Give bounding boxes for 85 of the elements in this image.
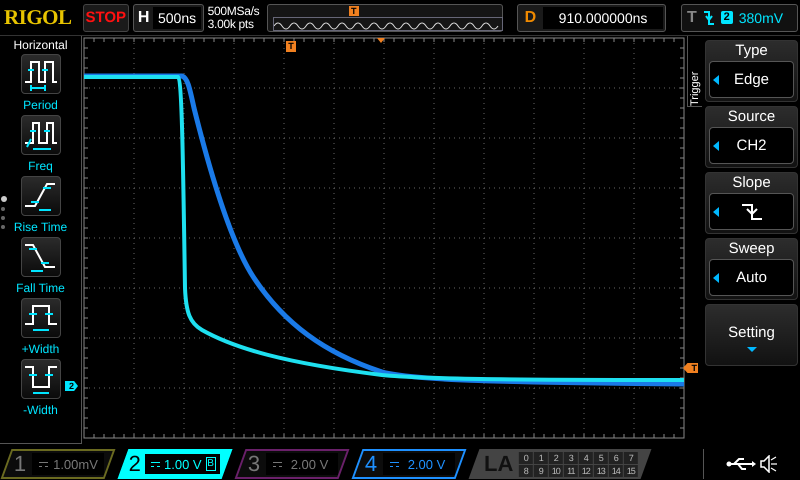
digital-channel-indicator: 1 <box>534 452 548 464</box>
measure-label: Period <box>23 98 58 112</box>
menu-key-label: Slope <box>732 173 771 193</box>
digital-channel-indicator: 12 <box>579 464 594 476</box>
sample-rate: 500MSa/s <box>208 4 260 18</box>
menu-key-label: Source <box>728 107 776 127</box>
waveform-preview-icon <box>272 16 503 30</box>
menu-key-value: Edge <box>734 71 770 88</box>
menu-key-value: Auto <box>736 269 767 286</box>
trigger-status-box[interactable]: T 2 380mV <box>680 4 798 32</box>
digital-channel-indicator: 9 <box>534 464 548 476</box>
channel-offset-marker[interactable]: 2 <box>65 381 78 391</box>
panel-title: Horizontal <box>13 38 68 52</box>
measure-label: Freq <box>28 159 53 173</box>
measure-label: Rise Time <box>14 220 68 234</box>
menu-key-value: CH2 <box>736 137 766 154</box>
channel-scale: 2.00 V <box>290 456 330 472</box>
digital-channel-indicator: 5 <box>594 452 608 464</box>
run-stop-button[interactable]: STOP <box>82 4 129 32</box>
measure-button[interactable] <box>20 176 60 216</box>
delay-label: D <box>524 8 538 26</box>
measure-button[interactable] <box>20 115 60 155</box>
digital-channel-indicator: 7 <box>624 452 638 464</box>
digital-channel-indicator: 15 <box>624 464 638 476</box>
menu-key[interactable]: Type Edge <box>705 40 798 102</box>
digital-channel-indicator: 3 <box>564 452 578 464</box>
measure-label: Fall Time <box>16 281 65 295</box>
measure-button[interactable] <box>20 298 60 338</box>
timebase-box[interactable]: H 500ns <box>132 4 204 32</box>
trigger-source-badge: 2 <box>720 11 733 24</box>
channel-tab[interactable]: 3 2.00 V <box>234 449 350 479</box>
delay-box[interactable]: D 910.000000ns <box>516 4 666 32</box>
center-marker-icon <box>377 38 385 43</box>
falling-edge-icon <box>740 202 762 220</box>
menu-key[interactable]: Slope <box>705 172 798 234</box>
caret-icon <box>713 74 719 84</box>
measure-label: +Width <box>22 342 60 356</box>
caret-icon <box>713 272 719 282</box>
dc-coupling-icon <box>390 462 399 466</box>
caret-icon <box>713 140 719 150</box>
speaker-muted-icon <box>760 455 778 473</box>
delay-value: 910.000000ns <box>543 6 663 28</box>
menu-title: Trigger <box>689 70 701 106</box>
menu-key[interactable]: Source CH2 <box>705 106 798 168</box>
menu-key[interactable]: Setting <box>705 304 798 366</box>
falling-edge-icon <box>702 10 715 26</box>
brand-logo: RIGOL <box>4 5 73 30</box>
submenu-icon <box>746 346 756 352</box>
digital-channel-indicator: 4 <box>579 452 594 464</box>
measure-button[interactable] <box>20 359 60 399</box>
digital-channel-indicator: 8 <box>519 464 534 476</box>
menu-key[interactable]: Sweep Auto <box>705 238 798 300</box>
channel-tab[interactable]: 4 2.00 V <box>352 449 466 479</box>
measure-button[interactable] <box>20 54 60 94</box>
menu-key-label: Setting <box>728 324 775 340</box>
channel-scale: 1.00mV <box>52 456 99 472</box>
digital-channel-indicator: 11 <box>564 464 578 476</box>
digital-channel-indicator: 14 <box>609 464 624 476</box>
trigger-status-label: T <box>686 8 697 26</box>
measure-label: -Width <box>23 403 58 417</box>
dc-coupling-icon <box>273 462 282 466</box>
memory-depth: 3.00k pts <box>208 18 255 30</box>
channel-scale: 2.00 V <box>406 456 446 472</box>
channel-scale: 1.00 V <box>164 456 202 472</box>
caret-icon <box>713 206 719 216</box>
trigger-position-marker: T <box>286 41 296 52</box>
digital-channel-indicator: 0 <box>519 452 534 464</box>
measure-button[interactable] <box>20 237 60 277</box>
digital-channel-indicator: 13 <box>594 464 608 476</box>
bandwidth-limit-badge: B <box>206 457 216 471</box>
menu-key-label: Type <box>735 41 768 61</box>
channel-tab[interactable]: 1 1.00mV <box>0 449 116 479</box>
usb-icon <box>726 457 756 471</box>
dc-coupling-icon <box>39 462 48 466</box>
timebase-label: H <box>136 8 150 26</box>
menu-key-label: Sweep <box>728 239 774 259</box>
trigger-position-marker: T <box>348 6 359 16</box>
digital-channel-indicator: 2 <box>549 452 564 464</box>
dc-coupling-icon <box>151 462 160 466</box>
digital-channel-indicator: 6 <box>609 452 624 464</box>
channel-tab[interactable]: 2 1.00 V B <box>118 449 232 479</box>
trigger-level-marker[interactable]: T <box>683 363 698 373</box>
timebase-value: 500ns <box>153 6 201 28</box>
trigger-level: 380mV <box>738 10 784 26</box>
digital-channel-indicator: 10 <box>549 464 564 476</box>
